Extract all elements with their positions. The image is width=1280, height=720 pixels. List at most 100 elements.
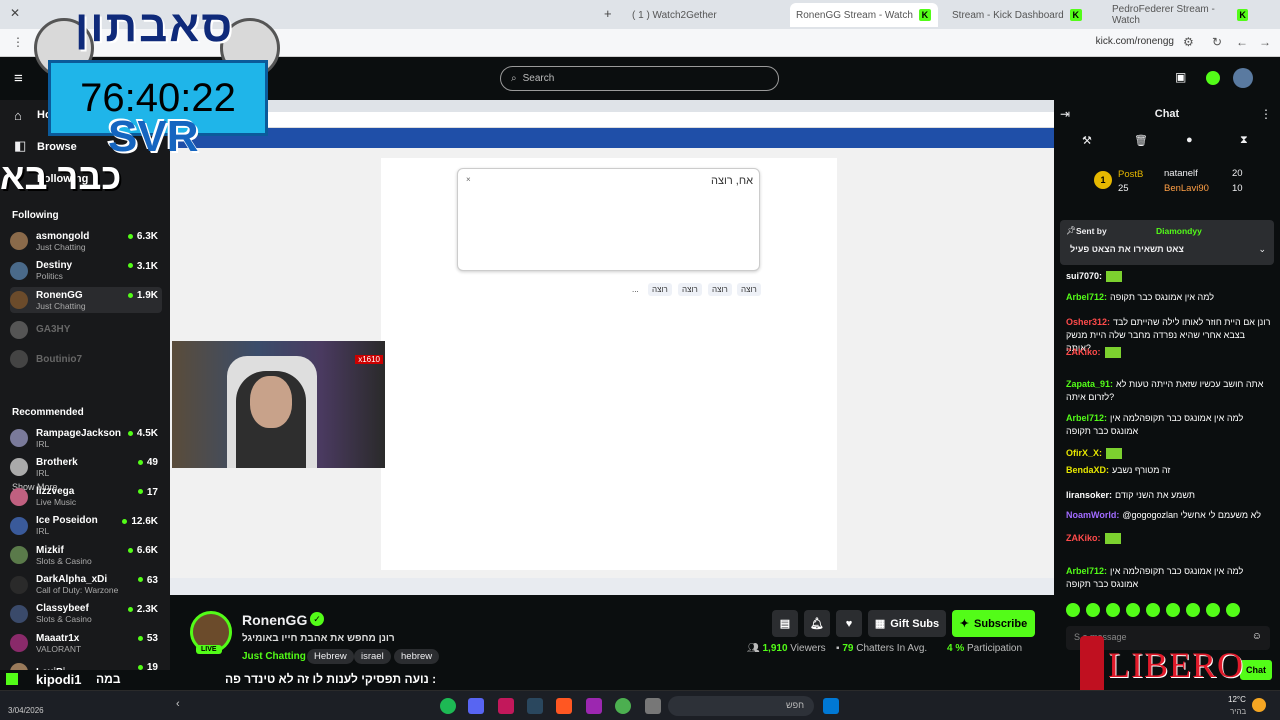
steam-icon[interactable] — [527, 698, 543, 714]
tag-chip[interactable]: hebrew — [394, 649, 440, 664]
emote-icon[interactable] — [1066, 603, 1080, 617]
hamburger-icon[interactable]: ≡ — [14, 70, 23, 87]
new-tab-button[interactable]: + — [604, 6, 612, 21]
home-icon[interactable]: ⌂ — [14, 108, 22, 123]
kick-coin-icon[interactable] — [1206, 71, 1220, 85]
chat-message[interactable]: ZAKiko: — [1066, 532, 1272, 545]
channel-item[interactable]: Boutinio7 — [10, 346, 162, 372]
file-explorer-icon[interactable] — [645, 698, 661, 714]
tab-watch2gether[interactable]: ( 1 ) Watch2Gether — [626, 3, 774, 27]
send-chat-button[interactable]: Chat — [1240, 660, 1272, 680]
chat-username[interactable]: ZAKiko: — [1066, 533, 1101, 543]
reload-icon[interactable]: ↻ — [1212, 35, 1222, 49]
nav-browse[interactable]: Browse — [37, 141, 77, 153]
chat-username[interactable]: sui7070: — [1066, 271, 1102, 281]
gifter-name[interactable]: natanelf — [1164, 168, 1198, 179]
chat-message[interactable]: Arbel712: למה אין אמונגס כבר תקופהלמה אין… — [1066, 565, 1272, 591]
chat-username[interactable]: Zapata_91: — [1066, 379, 1113, 389]
chat-username[interactable]: Arbel712: — [1066, 566, 1107, 576]
discord-icon[interactable] — [468, 698, 484, 714]
tag-chip[interactable]: Hebrew — [307, 649, 354, 664]
emote-icon[interactable] — [1146, 603, 1160, 617]
chevron-icon[interactable]: ‹ — [176, 698, 180, 710]
channel-item[interactable]: asmongold Just Chatting 6.3K — [10, 228, 162, 254]
weather-icon[interactable] — [1252, 698, 1266, 712]
hourglass-icon[interactable]: ⧗ — [1240, 134, 1248, 147]
windows-start-icon[interactable] — [823, 698, 839, 714]
chat-message[interactable]: sui7070: — [1066, 270, 1272, 283]
menu-icon[interactable]: ⋮ — [12, 35, 24, 49]
channel-item[interactable]: Destiny Politics 3.1K — [10, 258, 162, 284]
chat-message[interactable]: liransoker: תשמע את השני קודם — [1066, 489, 1272, 502]
chat-username[interactable]: NoamWorld: — [1066, 510, 1119, 520]
chat-message[interactable]: ZAKiko: — [1066, 346, 1272, 359]
chevron-down-icon[interactable]: ⌄ — [1258, 244, 1266, 255]
channel-item[interactable]: GA3HY — [10, 317, 162, 343]
taskbar-search[interactable]: חפש — [668, 696, 814, 716]
app-icon[interactable] — [498, 698, 514, 714]
emoji-icon[interactable]: ☺ — [1252, 631, 1262, 642]
emote-icon[interactable] — [1186, 603, 1200, 617]
chat-username[interactable]: Osher312: — [1066, 317, 1110, 327]
chat-bubble-icon[interactable]: ● — [1186, 134, 1193, 146]
chat-username[interactable]: ZAKiko: — [1066, 347, 1101, 357]
chat-username[interactable]: OfirX_X: — [1066, 448, 1102, 458]
chrome-icon[interactable] — [615, 698, 631, 714]
tab-ronengg-stream[interactable]: RonenGG Stream - Watch K — [790, 3, 938, 27]
emote-icon[interactable] — [1206, 603, 1220, 617]
subscribe-button[interactable]: ✦ Subscribe — [952, 610, 1035, 637]
app-icon[interactable] — [586, 698, 602, 714]
stream-category[interactable]: Just Chatting — [242, 651, 306, 662]
channel-item[interactable]: Classybeef Slots & Casino 2.3K — [10, 601, 162, 627]
chat-username[interactable]: BendaXD: — [1066, 465, 1109, 475]
channel-item[interactable]: Brotherk IRL 49 — [10, 454, 162, 480]
emote-icon[interactable] — [1106, 603, 1120, 617]
app-icon[interactable] — [556, 698, 572, 714]
emote-icon[interactable] — [1226, 603, 1240, 617]
spotify-icon[interactable] — [440, 698, 456, 714]
chat-message[interactable]: OfirX_X: — [1066, 447, 1272, 460]
channel-item[interactable]: DarkAlpha_xDi Call of Duty: Warzone 63 — [10, 572, 162, 598]
tab-pedrofederer-stream[interactable]: PedroFederer Stream - Watch K — [1106, 3, 1254, 27]
avatar[interactable] — [1233, 68, 1253, 88]
theater-icon[interactable]: ▣ — [1175, 70, 1186, 84]
chat-message[interactable]: Arbel712: למה אין אמונגס כבר תקופהלמה אין… — [1066, 412, 1272, 438]
chat-username[interactable]: liransoker: — [1066, 490, 1112, 500]
forward-icon[interactable]: → — [1259, 35, 1271, 49]
channel-item[interactable]: RampageJackson IRL 4.5K — [10, 425, 162, 451]
chat-username[interactable]: Arbel712: — [1066, 413, 1107, 423]
follow-button[interactable]: ♥ — [836, 610, 862, 637]
streamer-name[interactable]: RonenGG — [242, 612, 307, 628]
chat-message[interactable]: Zapata_91: אתה חושב עכשיו שזאת הייתה טעות… — [1066, 378, 1272, 404]
chat-message[interactable]: Arbel712: למה אין אמונגס כבר תקופה — [1066, 291, 1272, 304]
chat-message[interactable]: NoamWorld: @gogogozlan לא משעמם לי אחשלי — [1066, 509, 1272, 522]
channel-item[interactable]: RonenGG Just Chatting 1.9K — [10, 287, 162, 313]
clip-button[interactable]: ▤ — [772, 610, 798, 637]
browse-icon[interactable]: ◧ — [14, 138, 26, 154]
emote-icon[interactable] — [1086, 603, 1100, 617]
hammer-icon[interactable]: ⚒ — [1082, 134, 1092, 147]
search-input[interactable]: ⌕ Search — [500, 66, 779, 91]
gift-subs-button[interactable]: ▦ Gift Subs — [868, 610, 946, 637]
tab-kick-dashboard[interactable]: Stream - Kick Dashboard K — [946, 3, 1094, 27]
gifter-name[interactable]: PostB — [1118, 169, 1143, 180]
close-window-icon[interactable]: ✕ — [10, 6, 20, 20]
tag-chip[interactable]: israel — [354, 649, 391, 664]
channel-item[interactable]: lizzvega Live Music 17 — [10, 484, 162, 510]
url-text[interactable]: kick.com/ronengg — [1096, 36, 1174, 47]
trash-icon[interactable]: 🗑︎ — [1134, 134, 1148, 147]
back-icon[interactable]: ← — [1236, 35, 1248, 49]
emote-icon[interactable] — [1166, 603, 1180, 617]
channel-item[interactable]: Ice Poseidon IRL 12.6K — [10, 513, 162, 539]
channel-item[interactable]: Mizkif Slots & Casino 6.6K — [10, 542, 162, 568]
chat-username[interactable]: Arbel712: — [1066, 292, 1107, 302]
notify-button[interactable]: 🔔︎ — [804, 610, 830, 637]
chat-menu-icon[interactable]: ⋮ — [1260, 107, 1272, 121]
pinned-message[interactable]: 📌︎ Sent by Diamondyy צאט תשאירו את הצאט … — [1060, 220, 1274, 265]
chat-message[interactable]: BendaXD: זה מטורף נשבע — [1066, 464, 1272, 477]
gifter-name[interactable]: BenLavi90 — [1164, 183, 1209, 194]
pinned-user[interactable]: Diamondyy — [1156, 226, 1202, 236]
channel-item[interactable]: Maaatr1x VALORANT 53 — [10, 630, 162, 656]
tune-icon[interactable]: ⚙ — [1183, 35, 1194, 49]
emote-icon[interactable] — [1126, 603, 1140, 617]
